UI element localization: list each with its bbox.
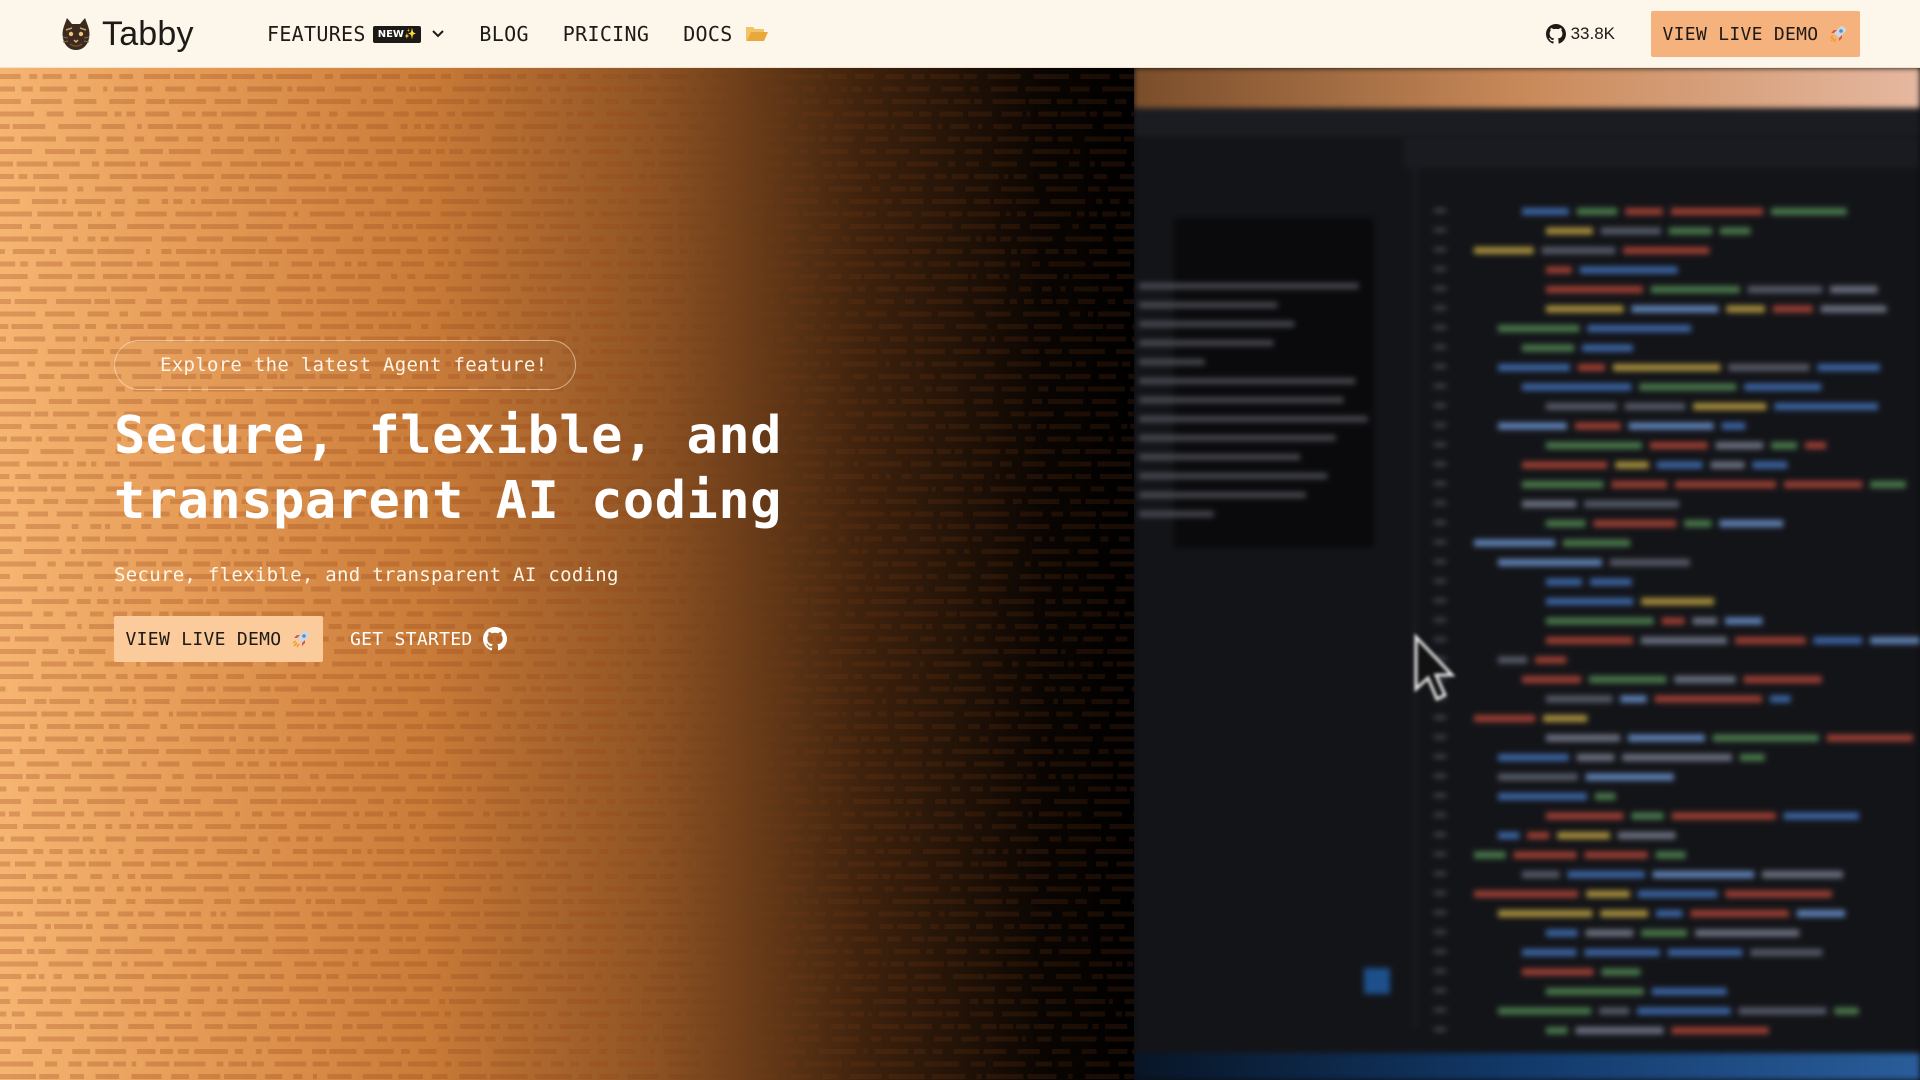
github-stars-count: 33.8K [1570, 24, 1615, 43]
hero-cta-row: VIEW LIVE DEMO GET STARTED [114, 616, 814, 662]
tabby-cat-logo-icon [62, 18, 90, 50]
folder-icon [745, 27, 768, 41]
get-started-button[interactable]: GET STARTED [350, 627, 507, 651]
nav-pricing-label: PRICING [562, 22, 650, 46]
nav-item-blog[interactable]: BLOG [479, 22, 528, 46]
agent-feature-announcement-link[interactable]: Explore the latest Agent feature! [114, 340, 577, 390]
demo-button-label: VIEW LIVE DEMO [1662, 23, 1819, 45]
nav-docs-label: DOCS [683, 22, 733, 46]
view-live-demo-button-nav[interactable]: VIEW LIVE DEMO [1651, 11, 1860, 57]
nav-blog-label: BLOG [479, 22, 529, 46]
rocket-icon [1830, 26, 1847, 43]
get-started-label: GET STARTED [350, 628, 473, 650]
ide-screenshot [1134, 68, 1920, 1080]
hero-subheadline: Secure, flexible, and transparent AI cod… [114, 564, 619, 586]
brand-name: Tabby [102, 14, 194, 53]
brand-home-link[interactable]: Tabby [60, 14, 194, 54]
hero-headline: Secure, flexible, and transparent AI cod… [114, 406, 782, 531]
nav-actions: 33.8K VIEW LIVE DEMO [1545, 11, 1860, 57]
rocket-icon [293, 631, 310, 648]
view-live-demo-button[interactable]: VIEW LIVE DEMO [114, 616, 323, 662]
github-stars-link[interactable]: 33.8K [1545, 24, 1615, 44]
demo-button-label: VIEW LIVE DEMO [125, 628, 282, 650]
mouse-pointer-icon [1414, 633, 1456, 702]
announcement-text: Explore the latest Agent feature! [160, 354, 548, 376]
ide-preview-image [1134, 68, 1920, 1080]
github-icon [1545, 24, 1566, 44]
nav-item-pricing[interactable]: PRICING [563, 22, 649, 46]
nav-features-label: FEATURES [267, 22, 366, 46]
nav-item-docs[interactable]: DOCS [683, 22, 768, 46]
nav-item-features[interactable]: FEATURES NEW✨ [267, 22, 445, 46]
top-navbar: Tabby FEATURES NEW✨ BLOG PRICING DOCS 33… [0, 0, 1920, 68]
github-icon [482, 627, 507, 651]
hero-section: Explore the latest Agent feature! Secure… [0, 68, 1920, 1080]
hero-content: Explore the latest Agent feature! Secure… [114, 340, 814, 662]
main-nav: FEATURES NEW✨ BLOG PRICING DOCS [267, 0, 803, 68]
chevron-down-icon [432, 30, 445, 38]
new-badge: NEW✨ [372, 25, 422, 43]
